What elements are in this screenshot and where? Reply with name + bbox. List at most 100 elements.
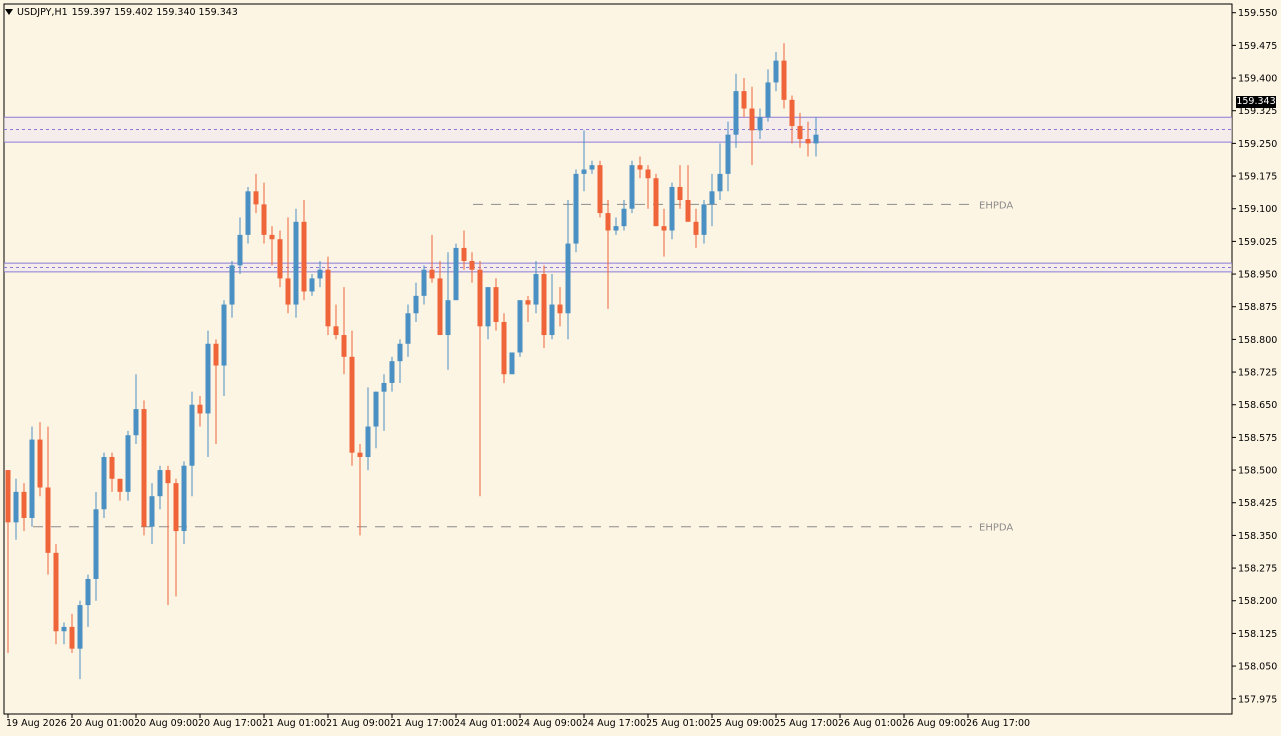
candle-body (493, 287, 499, 322)
candle-body (197, 404, 203, 414)
candle-body (61, 626, 67, 632)
candle-body (461, 247, 467, 261)
price-tick-label: 159.400 (1238, 74, 1277, 85)
price-tick-label: 157.975 (1238, 694, 1277, 705)
time-tick-label: 26 Aug 01:00 (838, 718, 902, 729)
candle-body (229, 265, 235, 305)
time-tick-label: 25 Aug 01:00 (646, 718, 710, 729)
time-axis[interactable]: 19 Aug 2026 20 Aug 01:00 20 Aug 09:00 20 Au… (6, 714, 1030, 729)
candle-body (389, 361, 395, 383)
candle-body (805, 139, 811, 144)
candle-body (757, 117, 763, 131)
candle-body (437, 278, 443, 336)
candle-body (469, 260, 475, 270)
candle-body (589, 165, 595, 170)
price-chart[interactable]: EHPDAEHPDA 159.550159.475159.400159.3251… (0, 0, 1281, 736)
candle-body (477, 269, 483, 327)
candle-body (349, 356, 355, 453)
candle-body (557, 304, 563, 314)
candle-body (29, 439, 35, 518)
candle-body (533, 274, 539, 305)
candle-body (685, 200, 691, 222)
level-label: EHPDA (979, 200, 1013, 211)
time-tick-label: 20 Aug 01:00 (70, 718, 134, 729)
price-tick-label: 159.475 (1238, 41, 1277, 52)
candle-body (341, 335, 347, 357)
time-tick-label: 20 Aug 17:00 (198, 718, 262, 729)
price-axis[interactable]: 159.550159.475159.400159.325159.250159.1… (1232, 8, 1277, 705)
price-tick-label: 158.725 (1238, 368, 1277, 379)
candle-body (261, 204, 267, 235)
price-tick-label: 159.250 (1238, 139, 1277, 150)
time-tick-label: 19 Aug 2026 (6, 718, 67, 729)
candle-body (373, 391, 379, 427)
time-tick-label: 25 Aug 17:00 (774, 718, 838, 729)
candle-body (165, 470, 171, 484)
candle-body (301, 221, 307, 292)
candle-body (701, 204, 707, 235)
time-tick-label: 21 Aug 01:00 (262, 718, 326, 729)
candle-body (509, 352, 515, 375)
candle-body (205, 343, 211, 414)
candle-body (53, 552, 59, 632)
price-tick-label: 158.800 (1238, 335, 1277, 346)
candle-body (637, 165, 643, 170)
candle-body (245, 191, 251, 235)
candle-body (141, 409, 147, 527)
candle-body (781, 60, 787, 100)
price-tick-label: 158.575 (1238, 433, 1277, 444)
symbol-header: USDJPY,H1 159.397 159.402 159.340 159.34… (5, 4, 238, 20)
time-tick-label: 24 Aug 09:00 (518, 718, 582, 729)
candle-body (333, 326, 339, 336)
chart-border (3, 3, 1233, 715)
price-tick-label: 159.550 (1238, 8, 1277, 19)
candle-body (413, 295, 419, 314)
candle-body (117, 478, 123, 492)
candle-body (365, 426, 371, 458)
candle-body (517, 300, 523, 353)
candle-body (133, 409, 139, 436)
price-tick-label: 159.025 (1238, 237, 1277, 248)
candle-body (573, 173, 579, 244)
candle-body (581, 169, 587, 174)
price-tick-label: 158.425 (1238, 498, 1277, 509)
candle-body (85, 578, 91, 606)
price-tick-label: 158.875 (1238, 302, 1277, 313)
time-tick-label: 26 Aug 17:00 (966, 718, 1030, 729)
candle-body (525, 300, 531, 305)
candle-body (717, 173, 723, 192)
price-tick-label: 158.125 (1238, 629, 1277, 640)
candle-body (709, 191, 715, 205)
candle-body (397, 343, 403, 362)
candle-body (749, 108, 755, 131)
candle-body (653, 178, 659, 227)
ohlc-readout: 159.397 159.402 159.340 159.343 (71, 6, 238, 18)
candle-body (613, 226, 619, 231)
price-tick-label: 159.100 (1238, 204, 1277, 215)
candle-body (605, 213, 611, 231)
candle-body (93, 509, 99, 579)
candle-body (485, 287, 491, 327)
candle-body (237, 234, 243, 266)
candle-body (381, 382, 387, 392)
menu-triangle-icon[interactable] (5, 9, 13, 15)
price-tick-label: 158.275 (1238, 564, 1277, 575)
symbol-name: USDJPY,H1 (17, 6, 68, 18)
chart-window[interactable]: EHPDA EHPDA 159.550 159.475 159.400 159.325 1… (0, 0, 1281, 736)
candle-body (125, 435, 131, 492)
price-tick-label: 158.050 (1238, 662, 1277, 673)
candle-body (661, 226, 667, 231)
candle-body (293, 221, 299, 305)
candle-body (13, 491, 19, 523)
zones-layer (4, 116, 1232, 273)
candle-body (621, 208, 627, 227)
candle-body (765, 82, 771, 118)
candle-body (285, 278, 291, 305)
candle-body (597, 165, 603, 214)
candle-body (789, 99, 795, 126)
candle-body (677, 186, 683, 201)
candle-body (501, 321, 507, 375)
candle-body (773, 60, 779, 83)
candle-body (77, 605, 83, 649)
price-tick-label: 159.175 (1238, 172, 1277, 183)
